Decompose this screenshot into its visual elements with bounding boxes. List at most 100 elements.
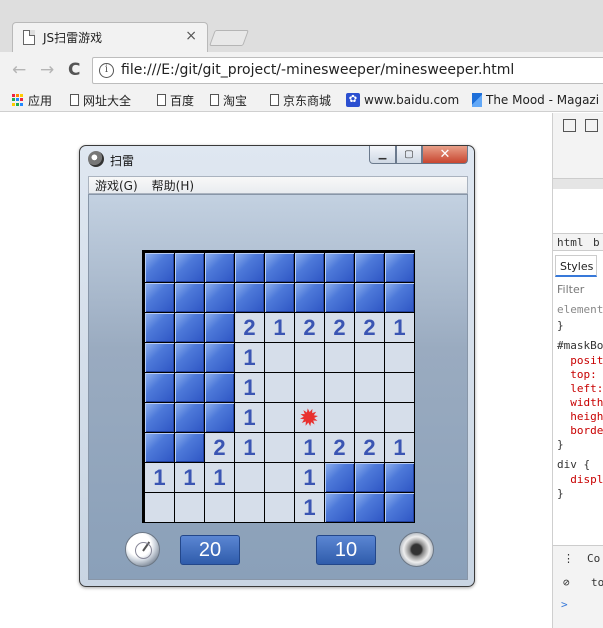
number-cell[interactable]: 1 [235, 403, 264, 432]
number-cell[interactable]: 1 [205, 463, 234, 492]
covered-cell[interactable] [145, 373, 174, 402]
mine-board[interactable]: 2 1 2 2 2 1 1 1 1 ✹ 2 1 1 2 2 1 1 1 1 1 1 [142, 250, 415, 523]
covered-cell[interactable] [355, 463, 384, 492]
new-tab-button[interactable] [209, 30, 249, 46]
number-cell[interactable]: 1 [145, 463, 174, 492]
number-cell[interactable]: 2 [325, 313, 354, 342]
open-cell[interactable] [355, 343, 384, 372]
breadcrumb-html[interactable]: html [557, 236, 584, 249]
covered-cell[interactable] [325, 493, 354, 522]
bookmark-item[interactable]: 网址大全 [70, 91, 131, 109]
covered-cell[interactable] [235, 253, 264, 282]
covered-cell[interactable] [175, 283, 204, 312]
clear-console-icon[interactable]: ⊘ [563, 576, 570, 589]
covered-cell[interactable] [325, 283, 354, 312]
open-cell[interactable] [265, 433, 294, 462]
covered-cell[interactable] [205, 343, 234, 372]
covered-cell[interactable] [205, 313, 234, 342]
number-cell[interactable]: 1 [265, 313, 294, 342]
open-cell[interactable] [325, 343, 354, 372]
kebab-menu-icon[interactable]: ⋮ [563, 552, 574, 565]
maximize-button[interactable]: ▢ [396, 146, 422, 164]
covered-cell[interactable] [265, 253, 294, 282]
open-cell[interactable] [385, 403, 414, 432]
inspect-icon[interactable] [563, 119, 576, 132]
bookmark-item[interactable]: 京东商城 [270, 91, 331, 109]
covered-cell[interactable] [145, 313, 174, 342]
open-cell[interactable] [355, 403, 384, 432]
address-bar[interactable]: i file:///E:/git/git_project/-minesweepe… [92, 57, 603, 84]
console-context[interactable]: to [591, 576, 603, 589]
covered-cell[interactable] [175, 313, 204, 342]
back-button[interactable]: ← [12, 60, 26, 80]
styles-tab[interactable]: Styles [555, 255, 597, 277]
open-cell[interactable] [385, 373, 414, 402]
covered-cell[interactable] [205, 373, 234, 402]
covered-cell[interactable] [175, 433, 204, 462]
menu-help[interactable]: 帮助(H) [152, 177, 194, 194]
open-cell[interactable] [175, 493, 204, 522]
covered-cell[interactable] [235, 283, 264, 312]
number-cell[interactable]: 1 [235, 433, 264, 462]
covered-cell[interactable] [145, 253, 174, 282]
covered-cell[interactable] [355, 283, 384, 312]
open-cell[interactable] [295, 343, 324, 372]
tab-close-icon[interactable]: × [185, 28, 197, 44]
number-cell[interactable]: 2 [325, 433, 354, 462]
covered-cell[interactable] [325, 253, 354, 282]
bookmark-item[interactable]: The Mood - Magazi [472, 91, 599, 109]
covered-cell[interactable] [145, 283, 174, 312]
covered-cell[interactable] [355, 493, 384, 522]
reload-button[interactable]: C [68, 60, 80, 80]
styles-filter[interactable]: Filter [557, 283, 584, 296]
covered-cell[interactable] [265, 283, 294, 312]
mine-cell[interactable]: ✹ [295, 402, 324, 433]
browser-tab[interactable]: JS扫雷游戏 × [12, 22, 208, 52]
number-cell[interactable]: 1 [295, 433, 324, 462]
open-cell[interactable] [355, 373, 384, 402]
open-cell[interactable] [265, 343, 294, 372]
number-cell[interactable]: 1 [175, 463, 204, 492]
number-cell[interactable]: 2 [235, 313, 264, 342]
covered-cell[interactable] [325, 463, 354, 492]
menu-game[interactable]: 游戏(G) [95, 177, 138, 194]
number-cell[interactable]: 2 [355, 313, 384, 342]
number-cell[interactable]: 1 [385, 433, 414, 462]
covered-cell[interactable] [295, 283, 324, 312]
info-icon[interactable]: i [99, 63, 114, 78]
covered-cell[interactable] [385, 463, 414, 492]
covered-cell[interactable] [355, 253, 384, 282]
covered-cell[interactable] [385, 283, 414, 312]
bookmark-item[interactable]: 淘宝 [210, 91, 247, 109]
covered-cell[interactable] [385, 253, 414, 282]
number-cell[interactable]: 1 [295, 463, 324, 492]
device-icon[interactable] [585, 119, 598, 132]
number-cell[interactable]: 2 [205, 433, 234, 462]
open-cell[interactable] [205, 493, 234, 522]
covered-cell[interactable] [295, 253, 324, 282]
open-cell[interactable] [235, 493, 264, 522]
forward-button[interactable]: → [40, 60, 54, 80]
bookmark-item[interactable]: ✿ www.baidu.com [346, 91, 459, 109]
minimize-button[interactable]: ▁ [369, 146, 396, 164]
open-cell[interactable] [295, 373, 324, 402]
bookmark-apps[interactable]: 应用 [12, 91, 52, 109]
open-cell[interactable] [265, 373, 294, 402]
open-cell[interactable] [265, 403, 294, 432]
open-cell[interactable] [235, 463, 264, 492]
url-text[interactable]: file:///E:/git/git_project/-minesweeper/… [121, 62, 514, 78]
number-cell[interactable]: 2 [355, 433, 384, 462]
number-cell[interactable]: 1 [295, 493, 324, 522]
covered-cell[interactable] [145, 343, 174, 372]
covered-cell[interactable] [145, 433, 174, 462]
open-cell[interactable] [325, 373, 354, 402]
covered-cell[interactable] [205, 253, 234, 282]
open-cell[interactable] [145, 493, 174, 522]
covered-cell[interactable] [175, 373, 204, 402]
covered-cell[interactable] [175, 253, 204, 282]
breadcrumb-body[interactable]: b [593, 236, 600, 249]
open-cell[interactable] [325, 403, 354, 432]
open-cell[interactable] [265, 493, 294, 522]
number-cell[interactable]: 1 [385, 313, 414, 342]
covered-cell[interactable] [175, 343, 204, 372]
